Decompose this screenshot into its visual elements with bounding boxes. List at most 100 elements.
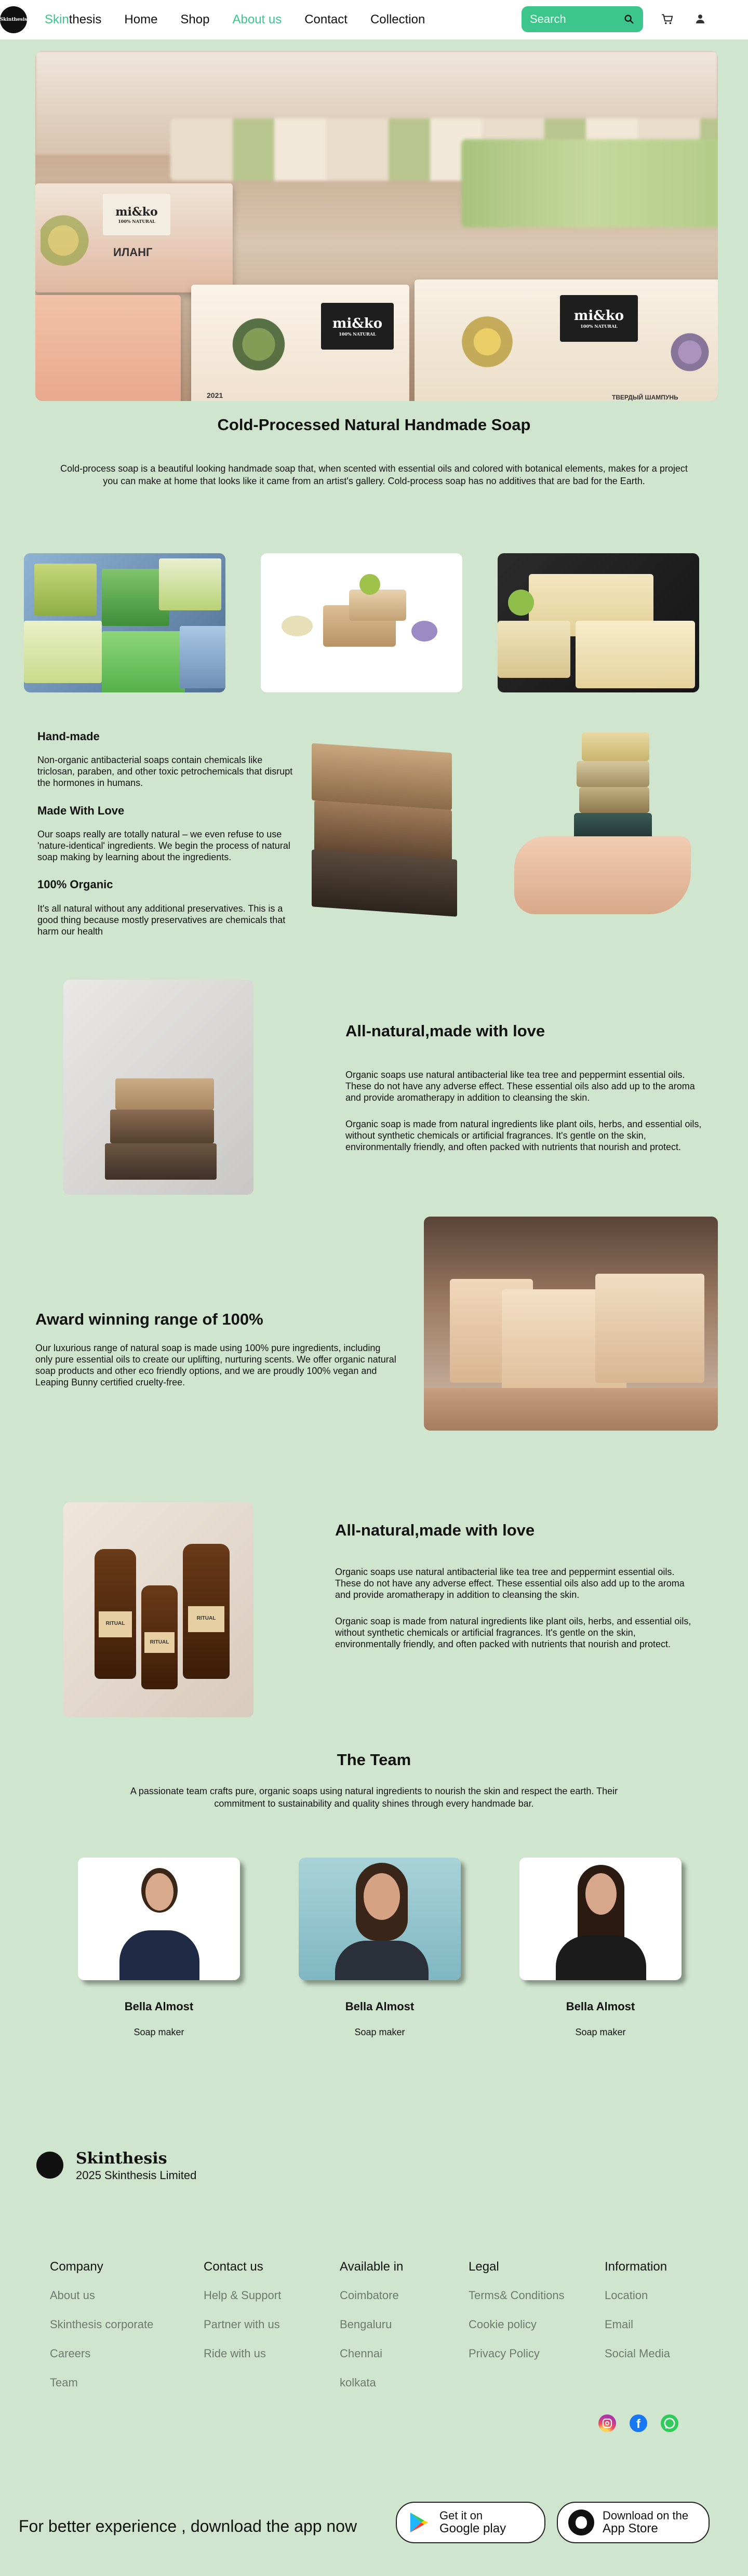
app-download-text: For better experience , download the app…: [19, 2517, 357, 2535]
footer-link-privacy[interactable]: Privacy Policy: [469, 2347, 540, 2360]
hero-title: Cold-Processed Natural Handmade Soap: [217, 416, 531, 434]
bottle-label: RITUAL: [188, 1606, 224, 1632]
section1-title: All-natural,made with love: [345, 1022, 545, 1040]
soap-bar: [180, 626, 225, 688]
soap-bar: [582, 732, 649, 761]
section3-bottles-image: RITUAL RITUAL RITUAL: [63, 1502, 253, 1717]
feature-title-organic: 100% Organic: [37, 878, 113, 891]
nav-brand[interactable]: Skinthesis: [45, 12, 101, 27]
footer-link-ride[interactable]: Ride with us: [204, 2347, 266, 2360]
footer-link-team[interactable]: Team: [50, 2376, 78, 2390]
footer-col-title-legal: Legal: [469, 2260, 499, 2274]
section3-paragraph1: Organic soaps use natural antibacterial …: [335, 1567, 685, 1600]
footer-link-corporate[interactable]: Skinthesis corporate: [50, 2318, 153, 2331]
team-member-role: Soap maker: [575, 2027, 626, 2037]
box-brand-label: mi&ko: [573, 308, 624, 324]
hero-soap-box: [35, 295, 181, 401]
footer-link-terms[interactable]: Terms& Conditions: [469, 2289, 565, 2302]
top-navbar: Skinthesis Skinthesis Home Shop About us…: [0, 0, 748, 39]
search-icon[interactable]: [623, 14, 635, 25]
app-store-button[interactable]: Download on the App Store: [557, 2502, 710, 2543]
soap-bar: [576, 621, 695, 688]
feature-title-love: Made With Love: [37, 804, 125, 817]
footer-link-kolkata[interactable]: kolkata: [340, 2376, 376, 2390]
hero-green-soaps: [461, 139, 718, 228]
footer-link-location[interactable]: Location: [605, 2289, 648, 2302]
box-text-label: ТВЕРДЫЙ ШАМПУНЬ: [612, 394, 678, 401]
app-store-line2: App Store: [603, 2521, 658, 2535]
google-play-line1: Get it on: [439, 2509, 483, 2522]
decoration: [411, 621, 437, 642]
soap-bar: [312, 743, 452, 810]
soap-bar: [105, 1143, 217, 1180]
team-member-card: [78, 1858, 240, 1980]
google-play-icon: [410, 2512, 429, 2533]
hero-soap-box: mi&ko 100% NATURAL ИЛАНГ: [35, 183, 233, 292]
search-input[interactable]: [530, 12, 618, 26]
bottle-label: RITUAL: [144, 1632, 175, 1653]
box-sub-label: 100% NATURAL: [580, 324, 618, 329]
nav-about-us[interactable]: About us: [232, 12, 282, 27]
team-member-name: Bella Almost: [345, 2000, 415, 2013]
brand-prefix: Skin: [45, 12, 69, 26]
nav-home[interactable]: Home: [124, 12, 157, 27]
stacked-soaps-image: [312, 743, 457, 917]
hand: [514, 836, 691, 914]
facebook-icon[interactable]: f: [630, 2414, 647, 2432]
instagram-icon[interactable]: [598, 2414, 616, 2432]
box-flower-decoration: [435, 290, 539, 394]
nav-collection[interactable]: Collection: [370, 12, 425, 27]
avatar: [585, 1873, 617, 1915]
google-play-button[interactable]: Get it on Google play: [396, 2502, 545, 2543]
app-store-line1: Download on the: [603, 2509, 689, 2522]
brand-logo[interactable]: Skinthesis: [0, 6, 27, 33]
box-brand-label: mi&ko: [115, 205, 158, 219]
team-member-role: Soap maker: [133, 2027, 184, 2037]
team-member-card: [519, 1858, 682, 1980]
box-brand-label: mi&ko: [332, 316, 383, 331]
team-title: The Team: [337, 1751, 411, 1769]
hero-image: mi&ko 100% NATURAL ИЛАНГ mi&ko 100% NATURA…: [35, 51, 718, 401]
footer-link-partner[interactable]: Partner with us: [204, 2318, 280, 2331]
search-bar: [522, 6, 643, 32]
footer-link-help[interactable]: Help & Support: [204, 2289, 281, 2302]
bottle: RITUAL: [183, 1544, 230, 1679]
whatsapp-icon[interactable]: [661, 2414, 678, 2432]
soap-bar: [498, 621, 570, 678]
footer-link-social-media[interactable]: Social Media: [605, 2347, 670, 2360]
section2-title: Award winning range of 100%: [35, 1310, 263, 1328]
footer-link-careers[interactable]: Careers: [50, 2347, 90, 2360]
avatar-body: [119, 1930, 199, 1980]
section3-title: All-natural,made with love: [335, 1521, 535, 1539]
footer-link-about-us[interactable]: About us: [50, 2289, 95, 2302]
apple-glyph: [576, 2516, 587, 2529]
soap-bar: [349, 590, 406, 621]
hero-soap-box: mi&ko 100% NATURAL ТВЕРДЫЙ ШАМПУНЬ: [415, 279, 718, 401]
decoration: [359, 574, 380, 595]
footer-link-bengaluru[interactable]: Bengaluru: [340, 2318, 392, 2331]
cart-icon[interactable]: [661, 12, 674, 26]
instagram-lens: [605, 2421, 609, 2425]
footer-link-chennai[interactable]: Chennai: [340, 2347, 382, 2360]
footer-link-coimbatore[interactable]: Coimbatore: [340, 2289, 399, 2302]
team-member-role: Soap maker: [354, 2027, 405, 2037]
footer-col-title-information: Information: [605, 2260, 667, 2274]
feature-text-love: Our soaps really are totally natural – w…: [37, 829, 290, 862]
avatar: [145, 1873, 173, 1911]
bottle: RITUAL: [95, 1549, 136, 1679]
user-icon[interactable]: [694, 12, 706, 25]
footer-logo[interactable]: [36, 2152, 63, 2179]
soap-bar: [577, 761, 649, 787]
nav-shop[interactable]: Shop: [180, 12, 209, 27]
avatar-body: [335, 1941, 429, 1980]
soap-bar: [34, 564, 97, 616]
feature-title-handmade: Hand-made: [37, 730, 100, 743]
hand-soaps-image: [514, 732, 691, 919]
soap-bar: [110, 1110, 214, 1143]
section2-soaps-image: [424, 1217, 718, 1431]
footer-link-cookie[interactable]: Cookie policy: [469, 2318, 537, 2331]
nav-contact[interactable]: Contact: [304, 12, 348, 27]
footer-link-email[interactable]: Email: [605, 2318, 633, 2331]
hero-soap-box: mi&ko 100% NATURAL 2021: [191, 285, 409, 401]
feature-text-organic: It's all natural without any additional …: [37, 903, 286, 937]
